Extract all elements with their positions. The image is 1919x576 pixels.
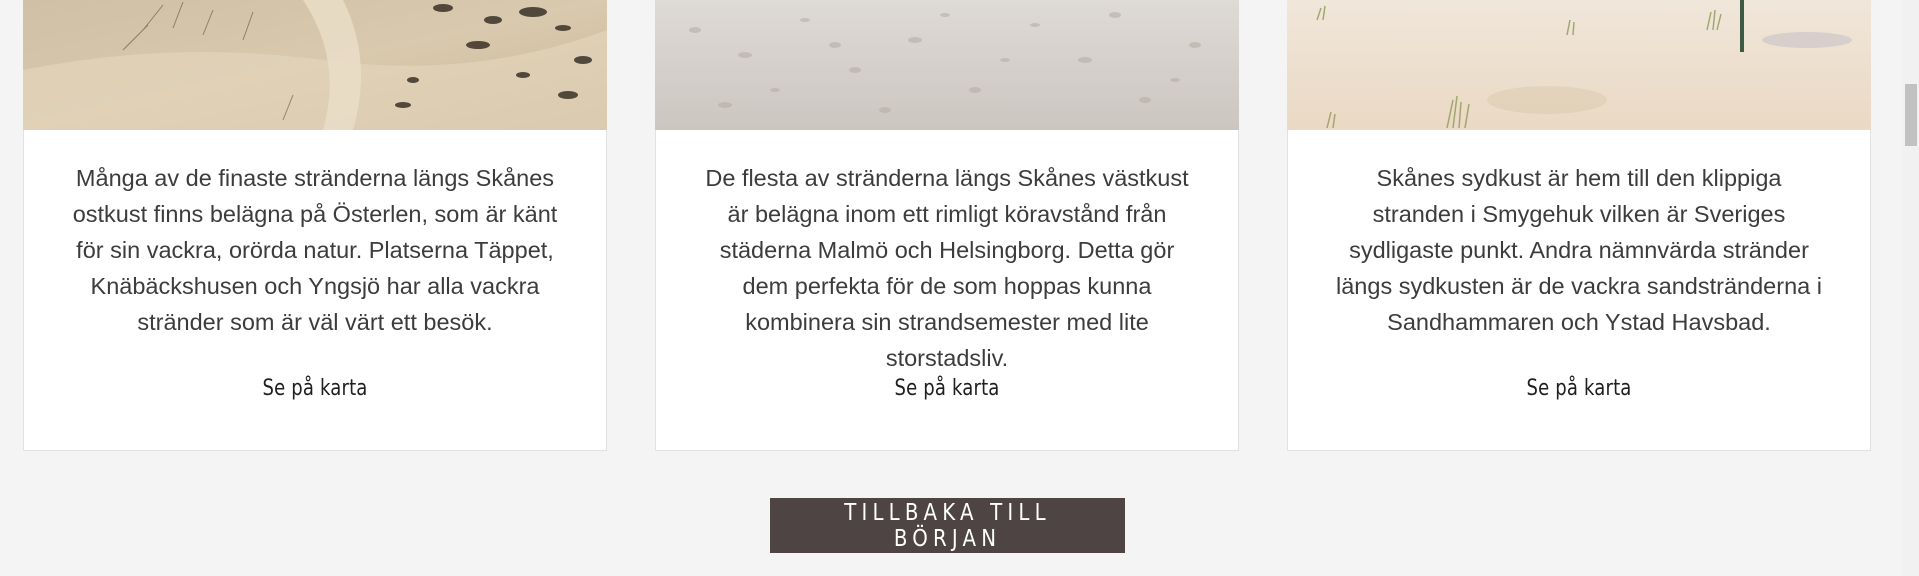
card-description: Många av de finaste stränderna längs Skå… [72,165,558,335]
see-on-map-link[interactable]: Se på karta [76,376,553,401]
beach-grass-photo [1287,0,1871,130]
beach-card-sydkust: Skånes sydkust är hem till den klippiga … [1287,0,1871,451]
back-to-top-label: Tillbaka till början [844,499,1051,552]
page-scrollbar[interactable] [1902,0,1919,576]
page-content: Många av de finaste stränderna längs Skå… [0,0,1902,576]
beach-card-vastkust: De flesta av stränderna längs Skånes väs… [655,0,1239,451]
card-description: Skånes sydkust är hem till den klippiga … [1336,165,1822,335]
footprints-sand-photo [655,0,1239,130]
card-description: De flesta av stränderna längs Skånes väs… [705,165,1189,371]
see-on-map-link[interactable]: Se på karta [708,376,1185,401]
beach-card-ostkust: Många av de finaste stränderna längs Skå… [23,0,607,451]
see-on-map-link[interactable]: Se på karta [1340,376,1817,401]
back-to-top-button[interactable]: Tillbaka till början [770,498,1125,553]
scrollbar-thumb[interactable] [1905,84,1917,146]
sand-dune-photo [23,0,607,130]
